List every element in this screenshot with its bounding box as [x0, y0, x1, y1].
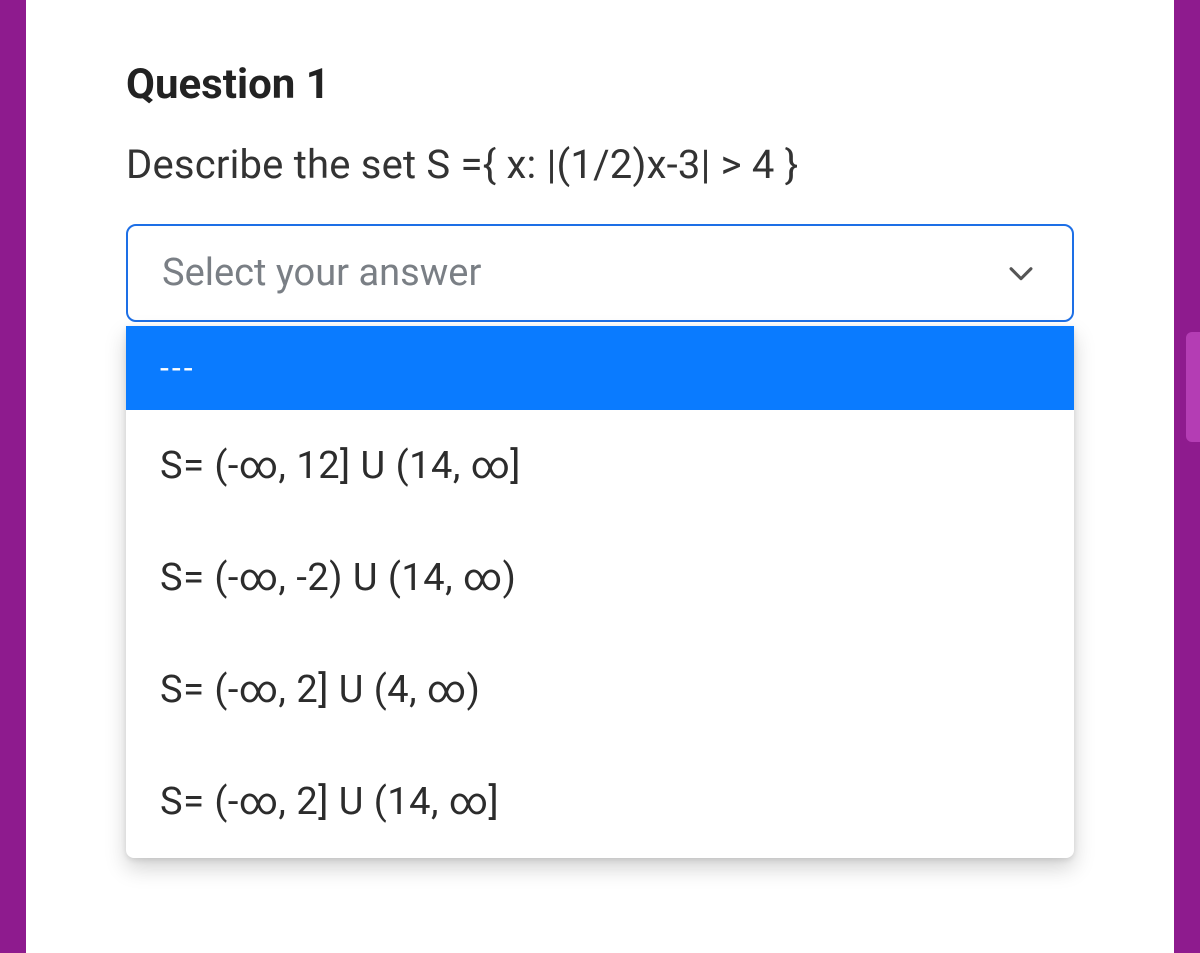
question-title: Question 1: [126, 60, 1074, 109]
answer-select[interactable]: Select your answer: [126, 224, 1074, 322]
option-1[interactable]: S= (-∞, 12] U (14, ∞]: [126, 410, 1074, 522]
left-accent-bar: [0, 0, 26, 953]
option-4[interactable]: S= (-∞, 2] U (14, ∞]: [126, 746, 1074, 858]
question-card: Question 1 Describe the set S ={ x: |(1/…: [26, 0, 1174, 953]
question-prompt: Describe the set S ={ x: |(1/2)x-3| > 4 …: [126, 141, 1074, 188]
chevron-down-icon: [1004, 256, 1038, 290]
select-placeholder: Select your answer: [162, 251, 481, 295]
answer-dropdown: --- S= (-∞, 12] U (14, ∞] S= (-∞, -2) U …: [126, 326, 1074, 858]
option-3[interactable]: S= (-∞, 2] U (4, ∞): [126, 634, 1074, 746]
right-notch: [1186, 332, 1200, 442]
option-2[interactable]: S= (-∞, -2) U (14, ∞): [126, 522, 1074, 634]
option-placeholder[interactable]: ---: [126, 326, 1074, 410]
right-accent-bar: [1174, 0, 1200, 953]
